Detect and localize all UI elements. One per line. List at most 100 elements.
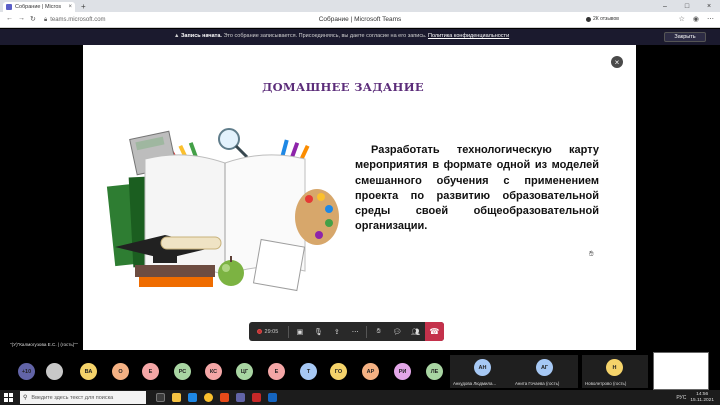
- reload-icon[interactable]: ↻: [30, 15, 36, 23]
- shared-slide: × ДОМАШНЕЕ ЗАДАНИЕ Разработать технологи…: [83, 45, 636, 350]
- avatar-initials: +10: [21, 368, 32, 375]
- close-window-icon[interactable]: ×: [698, 0, 720, 12]
- participant-avatar: АН: [474, 359, 491, 376]
- avatar-initials: Е: [274, 368, 279, 375]
- clock[interactable]: 14:56 15.11.2021: [690, 392, 714, 403]
- participant-avatar[interactable]: ЛЕ: [426, 363, 443, 380]
- recording-indicator-icon: [256, 329, 262, 334]
- school-supplies-illustration: [106, 128, 339, 292]
- back-icon[interactable]: ←: [6, 15, 13, 22]
- url-text: teams.microsoft.com: [50, 17, 106, 23]
- avatar-initials: ЦГ: [240, 368, 249, 375]
- slide-close-icon[interactable]: ×: [611, 56, 623, 68]
- browser-tab[interactable]: Собрание | Micros ×: [3, 2, 75, 12]
- participant-avatar[interactable]: +10: [18, 363, 35, 380]
- reviews-label: 2К отзывов: [593, 16, 619, 22]
- hand-cursor-icon: ✋︎: [589, 249, 594, 258]
- share-screen-icon[interactable]: ⇪: [328, 322, 346, 341]
- participants-icon[interactable]: 👥︎: [406, 322, 424, 341]
- participant-avatar[interactable]: КС: [205, 363, 222, 380]
- mic-off-icon[interactable]: 🎙︎: [309, 322, 327, 341]
- raise-hand-icon[interactable]: ✋︎: [369, 322, 387, 341]
- edge-icon[interactable]: [188, 393, 197, 402]
- banner-close-button[interactable]: Закрыть: [664, 32, 706, 42]
- taskbar-search-box[interactable]: ⚲ Введите здесь текст для поиска: [20, 391, 146, 404]
- camera-off-icon[interactable]: ▣: [291, 322, 309, 341]
- avatar-initials: ГО: [334, 368, 343, 375]
- minimize-icon[interactable]: –: [654, 0, 676, 12]
- record-dot-icon: [586, 16, 591, 22]
- shared-screen-thumbnail[interactable]: [653, 352, 709, 390]
- yandex-icon[interactable]: [220, 393, 229, 402]
- chrome-icon[interactable]: [204, 393, 213, 402]
- participant-avatar[interactable]: РС: [174, 363, 191, 380]
- participant-avatar[interactable]: ГО: [330, 363, 347, 380]
- avatar-initials: ЛЕ: [430, 368, 439, 375]
- system-tray: РУС 14:56 15.11.2021: [676, 392, 714, 403]
- participant-avatar: АГ: [536, 359, 553, 376]
- participant-avatar[interactable]: Е: [142, 363, 159, 380]
- word-icon[interactable]: [268, 393, 277, 402]
- windows-start-icon[interactable]: [4, 393, 13, 402]
- meeting-controls: 29:05 ▣ 🎙︎ ⇪ ⋯ ✋︎ 💬︎ 👥︎ ☎︎: [249, 322, 444, 341]
- participant-avatar[interactable]: О: [112, 363, 129, 380]
- participant-name: Новолетрово (гость): [585, 381, 627, 386]
- new-tab-icon[interactable]: +: [81, 2, 86, 11]
- chat-icon[interactable]: 💬︎: [388, 322, 406, 341]
- recording-timer: 29:05: [249, 329, 286, 335]
- record-icon: ▲: [174, 33, 181, 39]
- participant-avatar[interactable]: ВА: [80, 363, 97, 380]
- person-icon[interactable]: [46, 363, 63, 380]
- address-bar: ← → ↻ 🔒︎ teams.microsoft.com Собрание | …: [0, 12, 720, 28]
- divider: [366, 325, 368, 338]
- powerpoint-icon[interactable]: [252, 393, 261, 402]
- avatar-initials: Т: [306, 368, 311, 375]
- privacy-link[interactable]: Политика конфиденциальности: [428, 33, 509, 39]
- browser-tab-bar: Собрание | Micros × + – □ ×: [0, 0, 720, 12]
- teams-icon[interactable]: [236, 393, 245, 402]
- reviews-indicator[interactable]: 2К отзывов: [586, 16, 619, 22]
- close-tab-icon[interactable]: ×: [68, 4, 72, 10]
- participant-avatar[interactable]: Е: [268, 363, 285, 380]
- task-view-icon[interactable]: [156, 393, 165, 402]
- avatar-initials: АР: [366, 368, 375, 375]
- url-field[interactable]: 🔒︎ teams.microsoft.com: [44, 15, 174, 25]
- windows-taskbar: ⚲ Введите здесь текст для поиска РУС 14:…: [0, 390, 720, 405]
- file-explorer-icon[interactable]: [172, 393, 181, 402]
- recording-banner: ▲ Запись начата. Это собрание записывает…: [0, 29, 720, 45]
- avatar-initials: Е: [148, 368, 153, 375]
- avatar-initials: КС: [209, 368, 218, 375]
- banner-lead: Запись начата.: [180, 33, 222, 39]
- teams-tab-icon: [6, 4, 12, 10]
- participant-avatar[interactable]: АР: [362, 363, 379, 380]
- star-icon[interactable]: ☆: [679, 15, 685, 23]
- participant-avatar: Н: [606, 359, 623, 376]
- search-icon: ⚲: [23, 395, 28, 401]
- avatar-initials: ВА: [84, 368, 93, 375]
- lock-icon: 🔒︎: [44, 16, 48, 23]
- search-placeholder: Введите здесь текст для поиска: [31, 394, 114, 401]
- clock-date: 15.11.2021: [690, 397, 714, 403]
- profile-icon[interactable]: ◉: [693, 15, 699, 23]
- timer-text: 29:05: [264, 328, 279, 335]
- window-controls: – □ ×: [654, 0, 720, 12]
- participant-video-tile[interactable]: АГ Анита Гочаева (гость): [512, 355, 578, 388]
- participant-avatar[interactable]: ЦГ: [236, 363, 253, 380]
- slide-title: ДОМАШНЕЕ ЗАДАНИЕ: [262, 80, 424, 94]
- hang-up-icon[interactable]: ☎︎: [424, 322, 444, 341]
- browser-toolbar: ☆ ◉ ⋯: [679, 15, 714, 23]
- banner-message: Это собрание записывается. Присоединяясь…: [221, 33, 428, 39]
- participant-video-tile[interactable]: АН Анкудова Людмила...: [450, 355, 516, 388]
- participant-avatar[interactable]: РИ: [394, 363, 411, 380]
- forward-icon[interactable]: →: [18, 15, 25, 22]
- participant-avatar[interactable]: Т: [300, 363, 317, 380]
- language-indicator[interactable]: РУС: [676, 395, 686, 401]
- presenter-caption: "(У)"Калмогузова Е.С. | (гость)"": [10, 342, 78, 347]
- maximize-icon[interactable]: □: [676, 0, 698, 12]
- menu-icon[interactable]: ⋯: [707, 15, 714, 23]
- banner-text: ▲ Запись начата. Это собрание записывает…: [174, 33, 509, 39]
- participant-video-tile[interactable]: Н Новолетрово (гость): [582, 355, 648, 388]
- divider: [287, 325, 289, 338]
- participant-name: Анкудова Людмила...: [453, 381, 497, 386]
- more-options-icon[interactable]: ⋯: [346, 322, 364, 341]
